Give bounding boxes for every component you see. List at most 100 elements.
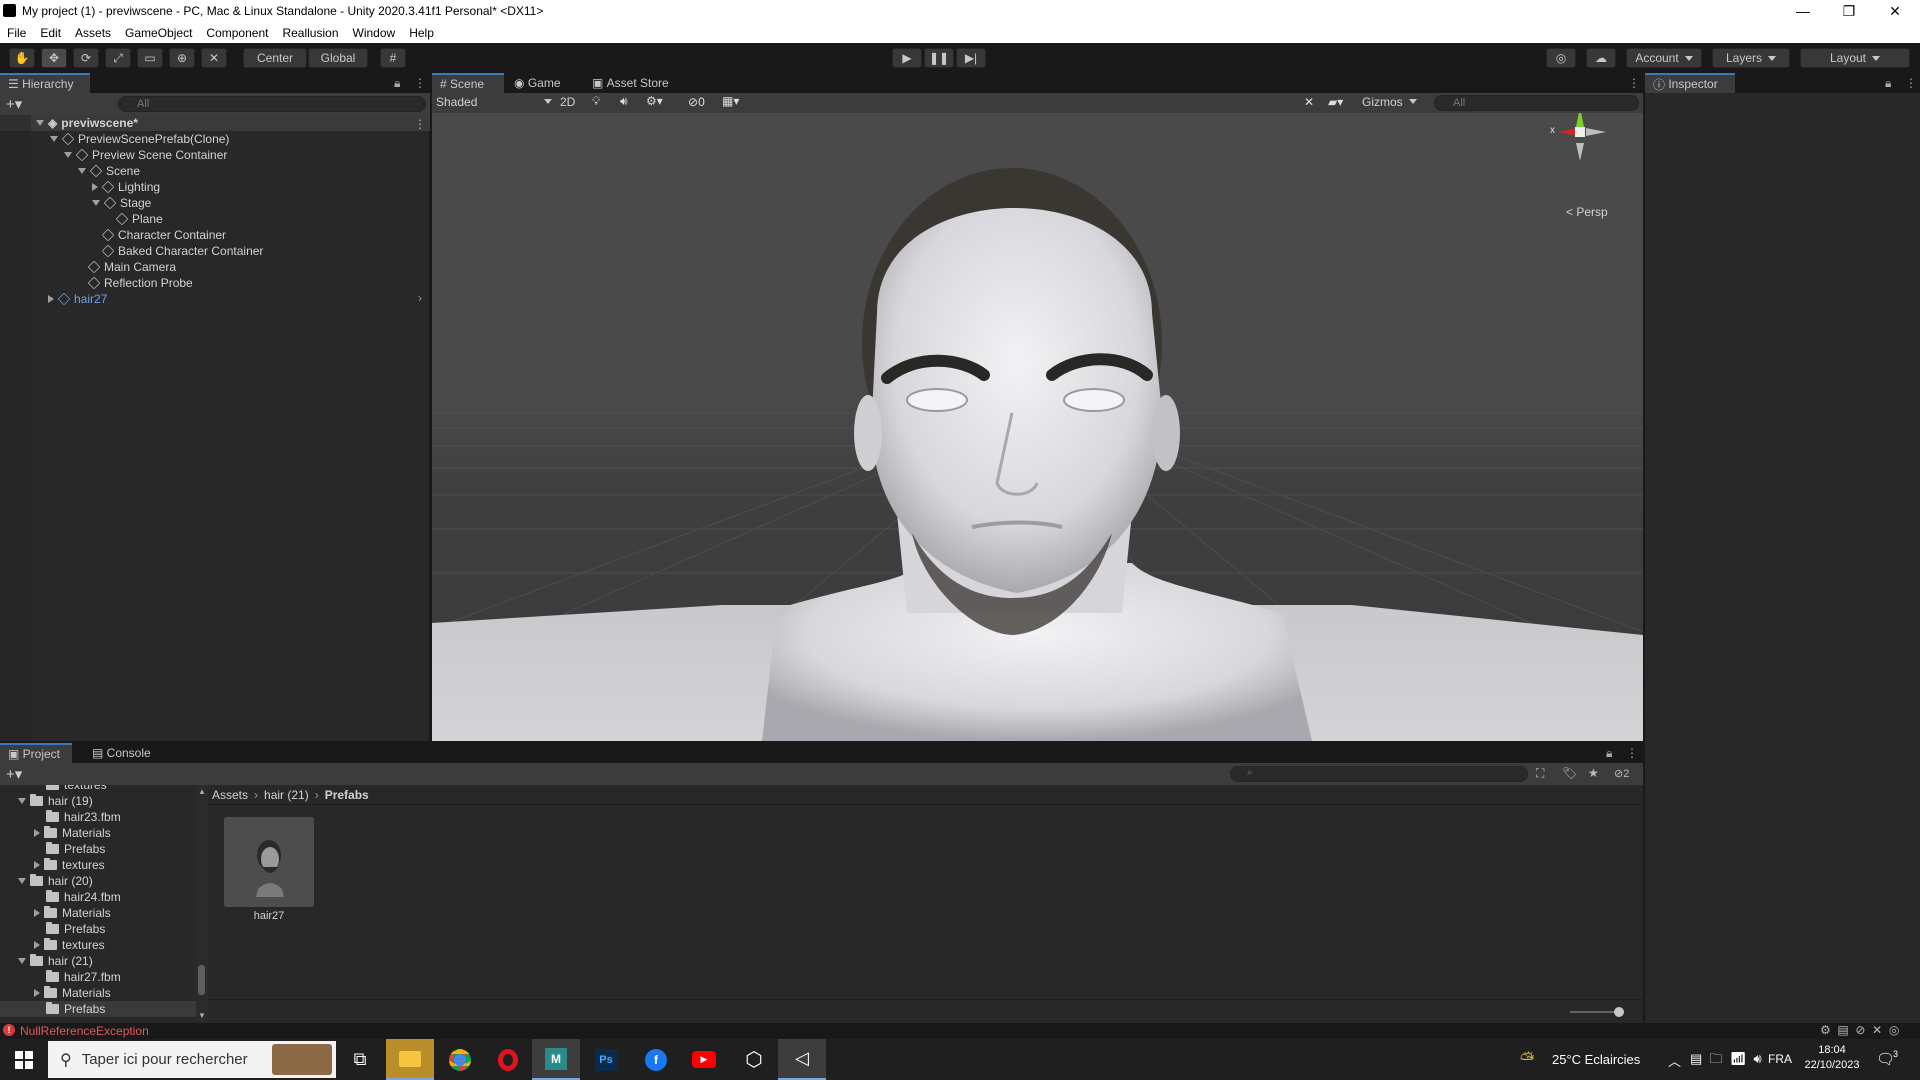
expand-arrow-icon[interactable] (64, 152, 72, 158)
project-lock-icon[interactable]: 🔒︎ (1606, 746, 1612, 761)
status-error-message[interactable]: NullReferenceException (20, 1024, 149, 1038)
tree-item[interactable]: textures (46, 785, 107, 793)
menu-component[interactable]: Component (199, 26, 275, 40)
chrome-icon[interactable] (436, 1039, 484, 1080)
grid-toggle-icon[interactable]: ▦▾ (722, 94, 739, 108)
menu-window[interactable]: Window (346, 26, 403, 40)
gizmos-dropdown[interactable]: Gizmos (1362, 95, 1417, 109)
breadcrumb-hair21[interactable]: hair (21) (264, 788, 309, 802)
inspector-lock-icon[interactable]: 🔒︎ (1885, 76, 1891, 91)
tab-hierarchy[interactable]: ☰ Hierarchy (0, 73, 90, 93)
facebook-icon[interactable]: f (632, 1039, 680, 1080)
grid-snap-icon[interactable]: # (380, 48, 406, 68)
windows-start-icon[interactable] (0, 1039, 48, 1080)
collapse-arrow-icon[interactable] (34, 909, 40, 917)
account-dropdown[interactable]: Account (1626, 48, 1702, 68)
rect-tool-icon[interactable]: ▭ (137, 48, 163, 68)
tree-scrollbar-track[interactable]: ▲ ▼ (196, 785, 208, 1023)
photoshop-icon[interactable]: Ps (582, 1039, 630, 1080)
breadcrumb-prefabs[interactable]: Prefabs (325, 788, 369, 802)
tree-item[interactable]: Prefabs (46, 841, 105, 857)
hidden-packages-toggle[interactable]: ⊘2 (1614, 767, 1629, 780)
tree-item[interactable]: Prefabs (46, 921, 105, 937)
hierarchy-item-previewsceneprefab[interactable]: PreviewScenePrefab(Clone) (50, 131, 229, 147)
audio-toggle-icon[interactable]: 🔊︎ (620, 94, 628, 109)
project-add-icon[interactable]: +▾ (6, 765, 22, 783)
hierarchy-item-lighting[interactable]: Lighting (92, 179, 160, 195)
2d-toggle[interactable]: 2D (560, 95, 575, 109)
opera-icon[interactable] (484, 1039, 532, 1080)
expand-arrow-icon[interactable] (36, 120, 44, 126)
collab-icon[interactable]: ◎ (1546, 48, 1576, 68)
hierarchy-item-baked-character-container[interactable]: Baked Character Container (101, 243, 263, 259)
tab-scene[interactable]: # Scene (432, 73, 504, 93)
taskbar-search-box[interactable]: ⚲ Taper ici pour rechercher (48, 1041, 336, 1078)
scene-menu-icon[interactable]: ⋮ (414, 117, 426, 131)
perspective-toggle[interactable]: < Persp (1566, 205, 1608, 219)
transform-tool-icon[interactable]: ⊕ (169, 48, 195, 68)
pause-button[interactable]: ❚❚ (924, 48, 954, 68)
hierarchy-item-preview-scene-container[interactable]: Preview Scene Container (64, 147, 227, 163)
tree-item[interactable]: hair24.fbm (46, 889, 121, 905)
hierarchy-item-stage[interactable]: Stage (92, 195, 151, 211)
tree-item[interactable]: hair (21) (18, 953, 93, 969)
scroll-down-arrow-icon[interactable]: ▼ (198, 1011, 206, 1020)
tray-icons[interactable]: ▤ 🗀︎ 📶︎ 🔊︎ (1690, 1050, 1762, 1072)
file-explorer-icon[interactable] (386, 1039, 434, 1080)
project-search-input[interactable]: ⌕ (1230, 766, 1528, 782)
expand-arrow-icon[interactable] (50, 136, 58, 142)
collapse-arrow-icon[interactable] (48, 295, 54, 303)
filter-type-icon[interactable]: ⛶ (1536, 766, 1544, 781)
menu-assets[interactable]: Assets (68, 26, 118, 40)
tab-project[interactable]: ▣ Project (0, 743, 72, 763)
scene-kebab-icon[interactable]: ⋮ (1628, 76, 1640, 90)
lighting-toggle-icon[interactable]: 💡︎ (592, 94, 600, 109)
tree-item-selected[interactable]: Prefabs (46, 1001, 105, 1017)
hierarchy-item-main-camera[interactable]: Main Camera (87, 259, 176, 275)
zoom-slider-track[interactable] (1570, 1011, 1620, 1013)
orientation-gizmo[interactable]: y x 🔒︎ (1550, 113, 1620, 199)
minimize-button[interactable]: — (1780, 0, 1826, 22)
hierarchy-item-scene-root[interactable]: ◈ previwscene* (36, 115, 138, 131)
pivot-center-button[interactable]: Center (243, 48, 307, 68)
scroll-up-arrow-icon[interactable]: ▲ (198, 787, 206, 796)
tree-item[interactable]: textures (34, 937, 105, 953)
task-view-icon[interactable]: ⧉ (336, 1039, 384, 1080)
collapse-arrow-icon[interactable] (92, 183, 98, 191)
tree-item[interactable]: Materials (34, 905, 111, 921)
restore-button[interactable]: ❐ (1826, 0, 1872, 22)
project-kebab-icon[interactable]: ⋮ (1626, 746, 1638, 760)
kebab-menu-icon[interactable]: ⋮ (414, 76, 426, 90)
expand-arrow-icon[interactable] (18, 798, 26, 804)
layout-dropdown[interactable]: Layout (1800, 48, 1910, 68)
hidden-objects-toggle[interactable]: ⊘0 (688, 95, 705, 109)
hierarchy-item-character-container[interactable]: Character Container (101, 227, 226, 243)
tree-item[interactable]: hair27.fbm (46, 969, 121, 985)
expand-arrow-icon[interactable] (18, 958, 26, 964)
collapse-arrow-icon[interactable] (34, 829, 40, 837)
asset-thumbnail-hair27[interactable] (224, 817, 314, 907)
scene-viewport[interactable]: y x 🔒︎ < Persp (432, 113, 1643, 741)
lock-icon[interactable]: 🔒︎ (394, 76, 400, 91)
close-button[interactable]: ✕ (1872, 0, 1918, 22)
effects-toggle-icon[interactable]: ⚙▾ (646, 94, 663, 108)
hierarchy-item-plane[interactable]: Plane (115, 211, 163, 227)
weather-text[interactable]: 25°C Eclaircies (1552, 1052, 1640, 1067)
tree-item[interactable]: Materials (34, 825, 111, 841)
inspector-kebab-icon[interactable]: ⋮ (1905, 76, 1917, 90)
expand-arrow-icon[interactable] (78, 168, 86, 174)
cloud-icon[interactable]: ☁ (1586, 48, 1616, 68)
unity-editor-icon[interactable]: ◁ (778, 1039, 826, 1080)
taskbar-clock[interactable]: 18:04 22/10/2023 (1802, 1044, 1862, 1071)
tab-game[interactable]: ◉ Game (506, 73, 569, 93)
collapse-arrow-icon[interactable] (34, 941, 40, 949)
add-icon[interactable]: +▾ (6, 95, 22, 113)
rotate-tool-icon[interactable]: ⟳ (73, 48, 99, 68)
prefab-open-arrow-icon[interactable]: › (418, 291, 422, 305)
play-button[interactable]: ▶ (892, 48, 922, 68)
tree-item[interactable]: hair23.fbm (46, 809, 121, 825)
app-m-icon[interactable]: M (532, 1039, 580, 1080)
menu-help[interactable]: Help (402, 26, 441, 40)
expand-arrow-icon[interactable] (92, 200, 100, 206)
pivot-global-button[interactable]: Global (308, 48, 368, 68)
